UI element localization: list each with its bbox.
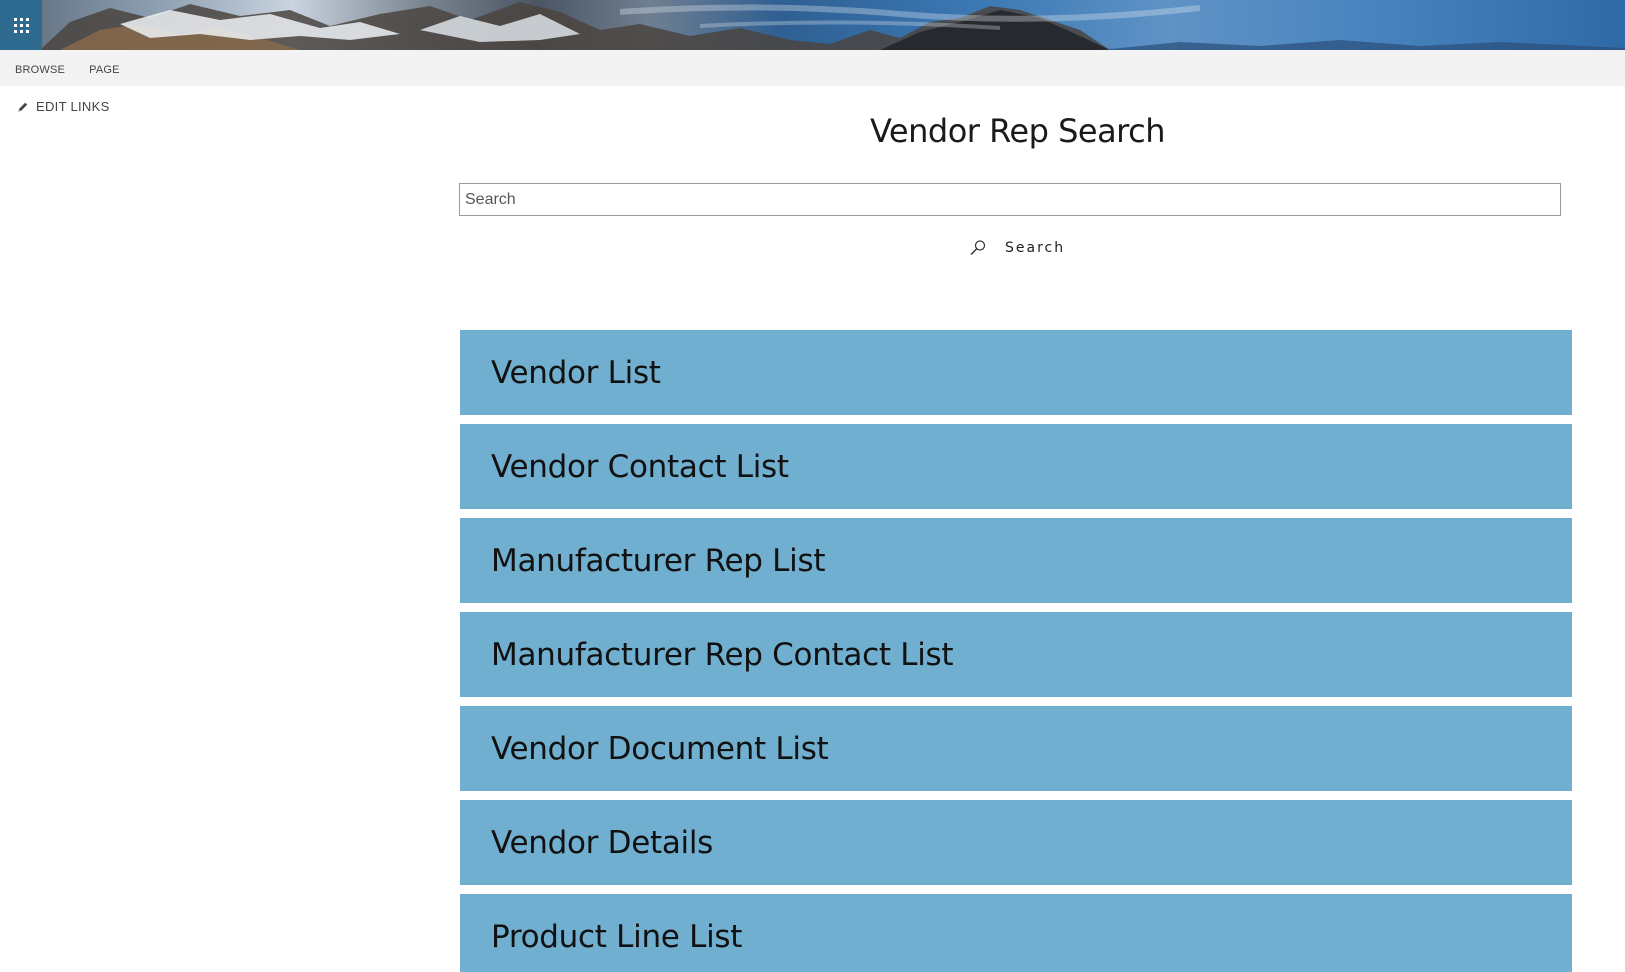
- tile-product-line-list[interactable]: Product Line List: [460, 894, 1572, 972]
- ribbon-tab-browse[interactable]: BROWSE: [15, 60, 65, 76]
- tile-label: Manufacturer Rep List: [491, 542, 826, 579]
- tile-label: Product Line List: [491, 918, 743, 955]
- banner-image: [40, 2, 1625, 50]
- tile-vendor-details[interactable]: Vendor Details: [460, 800, 1572, 885]
- search-button-label: Search: [1005, 240, 1066, 256]
- page-title: Vendor Rep Search: [870, 112, 1166, 150]
- sharepoint-page: BROWSE PAGE EDIT LINKS Vendor Rep Search…: [0, 0, 1625, 972]
- ribbon: BROWSE PAGE: [0, 50, 1625, 86]
- tile-vendor-contact-list[interactable]: Vendor Contact List: [460, 424, 1572, 509]
- ribbon-tab-page[interactable]: PAGE: [89, 60, 120, 76]
- suite-bar-banner: [0, 0, 1625, 50]
- tile-label: Vendor Contact List: [491, 448, 789, 485]
- tile-manufacturer-rep-contact-list[interactable]: Manufacturer Rep Contact List: [460, 612, 1572, 697]
- tile-vendor-document-list[interactable]: Vendor Document List: [460, 706, 1572, 791]
- waffle-grid-icon: [13, 17, 29, 33]
- search-input[interactable]: [459, 183, 1561, 216]
- link-tiles: Vendor List Vendor Contact List Manufact…: [460, 330, 1572, 972]
- tile-manufacturer-rep-list[interactable]: Manufacturer Rep List: [460, 518, 1572, 603]
- search-button[interactable]: Search: [969, 237, 1065, 259]
- edit-links-label: EDIT LINKS: [36, 99, 110, 114]
- tile-label: Vendor List: [491, 354, 661, 391]
- pencil-icon: [18, 102, 28, 111]
- tile-label: Vendor Details: [491, 824, 714, 861]
- tile-label: Manufacturer Rep Contact List: [491, 636, 954, 673]
- tile-vendor-list[interactable]: Vendor List: [460, 330, 1572, 415]
- app-launcher-button[interactable]: [0, 0, 42, 50]
- edit-links-link[interactable]: EDIT LINKS: [17, 99, 110, 114]
- tile-label: Vendor Document List: [491, 730, 829, 767]
- magnifier-icon: [970, 240, 986, 255]
